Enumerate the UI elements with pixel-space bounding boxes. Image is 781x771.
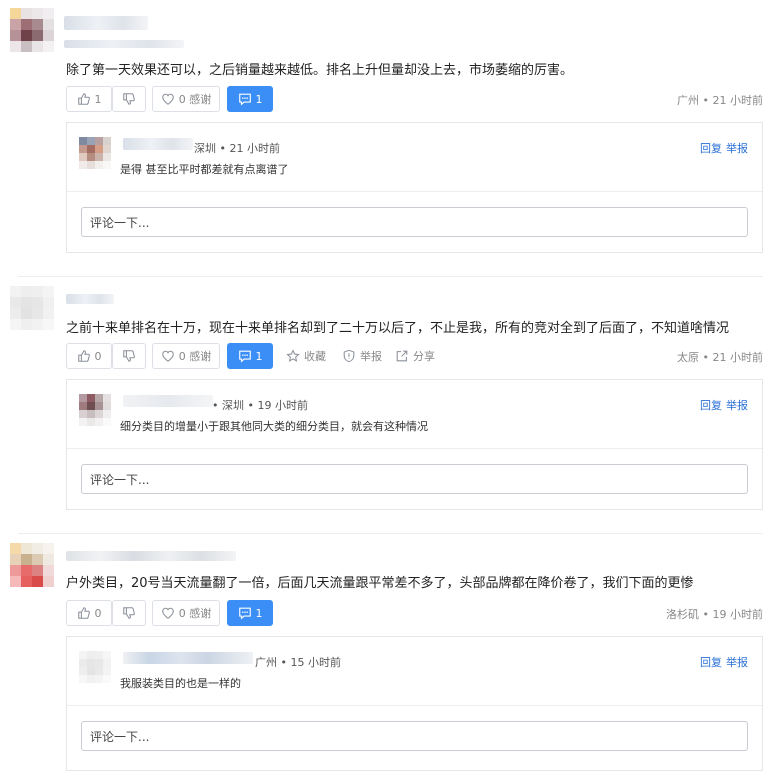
thumb-down-icon (123, 350, 135, 362)
like-count: 0 (94, 349, 102, 363)
like-button[interactable]: 1 (66, 86, 112, 112)
reply-links: 回复 举报 (700, 397, 748, 413)
comment-meta: 太原 • 21 小时前 (677, 351, 763, 364)
reply-item: 深圳 • 21 小时前 是得 甚至比平时都差就有点离谱了 回复 举报 (67, 123, 762, 192)
heart-icon (161, 93, 174, 105)
reply-meta: • 深圳 • 19 小时前 (212, 399, 308, 412)
comment-actions: 0 0 感谢 1 收藏 举报 分享 太原 • 21 小时前 (66, 343, 781, 369)
reply-text: 细分类目的增量小于跟其他同大类的细分类目，就会有这种情况 (120, 420, 428, 433)
reply-item: 广州 • 15 小时前 我服装类目的也是一样的 回复 举报 (67, 637, 762, 706)
comment-text: 之前十来单排名在十万，现在十来单排名却到了二十万以后了，不止是我，所有的竞对全到… (66, 321, 730, 336)
dislike-button[interactable] (112, 86, 146, 112)
reply-link[interactable]: 回复 (700, 140, 722, 156)
reply-count-button[interactable]: 1 (227, 600, 273, 626)
thanks-label: 0 感谢 (178, 350, 212, 363)
avatar[interactable] (79, 394, 111, 426)
heart-icon (161, 350, 174, 362)
username-blurred (64, 40, 184, 48)
reply-text: 是得 甚至比平时都差就有点离谱了 (120, 163, 289, 176)
thanks-button[interactable]: 0 感谢 (152, 600, 220, 626)
thanks-button[interactable]: 0 感谢 (152, 86, 220, 112)
comment-meta: 广州 • 21 小时前 (677, 94, 763, 107)
avatar[interactable] (10, 8, 54, 52)
comment-text: 除了第一天效果还可以，之后销量越来越低。排名上升但量却没上去，市场萎缩的厉害。 (66, 63, 574, 78)
reply-item: • 深圳 • 19 小时前 细分类目的增量小于跟其他同大类的细分类目，就会有这种… (67, 380, 762, 449)
username-blurred (66, 294, 114, 304)
report-link[interactable]: 举报 (726, 654, 748, 670)
reply-count-button[interactable]: 1 (227, 343, 273, 369)
thumb-up-icon (77, 350, 90, 362)
comment-icon (238, 607, 251, 620)
username-blurred (64, 16, 148, 30)
comment-icon (238, 93, 251, 106)
reply-count: 1 (255, 349, 263, 363)
share-button[interactable]: 分享 (395, 343, 435, 369)
collect-button[interactable]: 收藏 (286, 343, 326, 369)
divider (18, 276, 763, 277)
avatar[interactable] (79, 651, 111, 683)
dislike-button[interactable] (112, 600, 146, 626)
reply-meta: 深圳 • 21 小时前 (194, 142, 280, 155)
avatar[interactable] (10, 543, 54, 587)
avatar[interactable] (10, 286, 54, 330)
thumb-up-icon (77, 607, 90, 619)
reply-links: 回复 举报 (700, 654, 748, 670)
heart-icon (161, 607, 174, 619)
reply-count: 1 (255, 606, 263, 620)
comment-actions: 1 0 感谢 1 广州 • 21 小时前 (66, 86, 781, 112)
share-icon (396, 350, 408, 362)
username-blurred (123, 138, 193, 150)
username-blurred (123, 652, 253, 664)
comment-icon (238, 350, 251, 363)
reply-box: • 深圳 • 19 小时前 细分类目的增量小于跟其他同大类的细分类目，就会有这种… (66, 379, 763, 510)
reply-count-button[interactable]: 1 (227, 86, 273, 112)
like-count: 1 (94, 92, 102, 106)
reply-text: 我服装类目的也是一样的 (120, 677, 241, 690)
share-label: 分享 (413, 350, 435, 363)
divider (18, 533, 763, 534)
reply-links: 回复 举报 (700, 140, 748, 156)
like-count: 0 (94, 606, 102, 620)
shield-icon (343, 349, 355, 363)
avatar[interactable] (79, 137, 111, 169)
report-label: 举报 (360, 350, 382, 363)
report-link[interactable]: 举报 (726, 140, 748, 156)
thumb-up-icon (77, 93, 90, 105)
collect-label: 收藏 (304, 350, 326, 363)
dislike-button[interactable] (112, 343, 146, 369)
reply-link[interactable]: 回复 (700, 397, 722, 413)
reply-box: 深圳 • 21 小时前 是得 甚至比平时都差就有点离谱了 回复 举报 评论一下.… (66, 122, 763, 253)
comment-text: 户外类目，20号当天流量翻了一倍，后面几天流量跟平常差不多了，头部品牌都在降价卷… (66, 576, 694, 591)
reply-box: 广州 • 15 小时前 我服装类目的也是一样的 回复 举报 评论一下... (66, 636, 763, 771)
username-blurred (66, 551, 236, 561)
thumb-down-icon (123, 93, 135, 105)
comment-actions: 0 0 感谢 1 洛杉矶 • 19 小时前 (66, 600, 781, 626)
report-button[interactable]: 举报 (342, 343, 382, 369)
reply-count: 1 (255, 92, 263, 106)
comment-input[interactable]: 评论一下... (81, 464, 748, 494)
star-icon (286, 349, 300, 362)
comment-input[interactable]: 评论一下... (81, 207, 748, 237)
report-link[interactable]: 举报 (726, 397, 748, 413)
like-button[interactable]: 0 (66, 600, 112, 626)
thumb-down-icon (123, 607, 135, 619)
like-button[interactable]: 0 (66, 343, 112, 369)
thanks-label: 0 感谢 (178, 607, 212, 620)
thanks-button[interactable]: 0 感谢 (152, 343, 220, 369)
comment-meta: 洛杉矶 • 19 小时前 (666, 608, 763, 621)
username-blurred (123, 395, 213, 407)
comment-input[interactable]: 评论一下... (81, 721, 748, 751)
reply-meta: 广州 • 15 小时前 (255, 656, 341, 669)
thanks-label: 0 感谢 (178, 93, 212, 106)
reply-link[interactable]: 回复 (700, 654, 722, 670)
